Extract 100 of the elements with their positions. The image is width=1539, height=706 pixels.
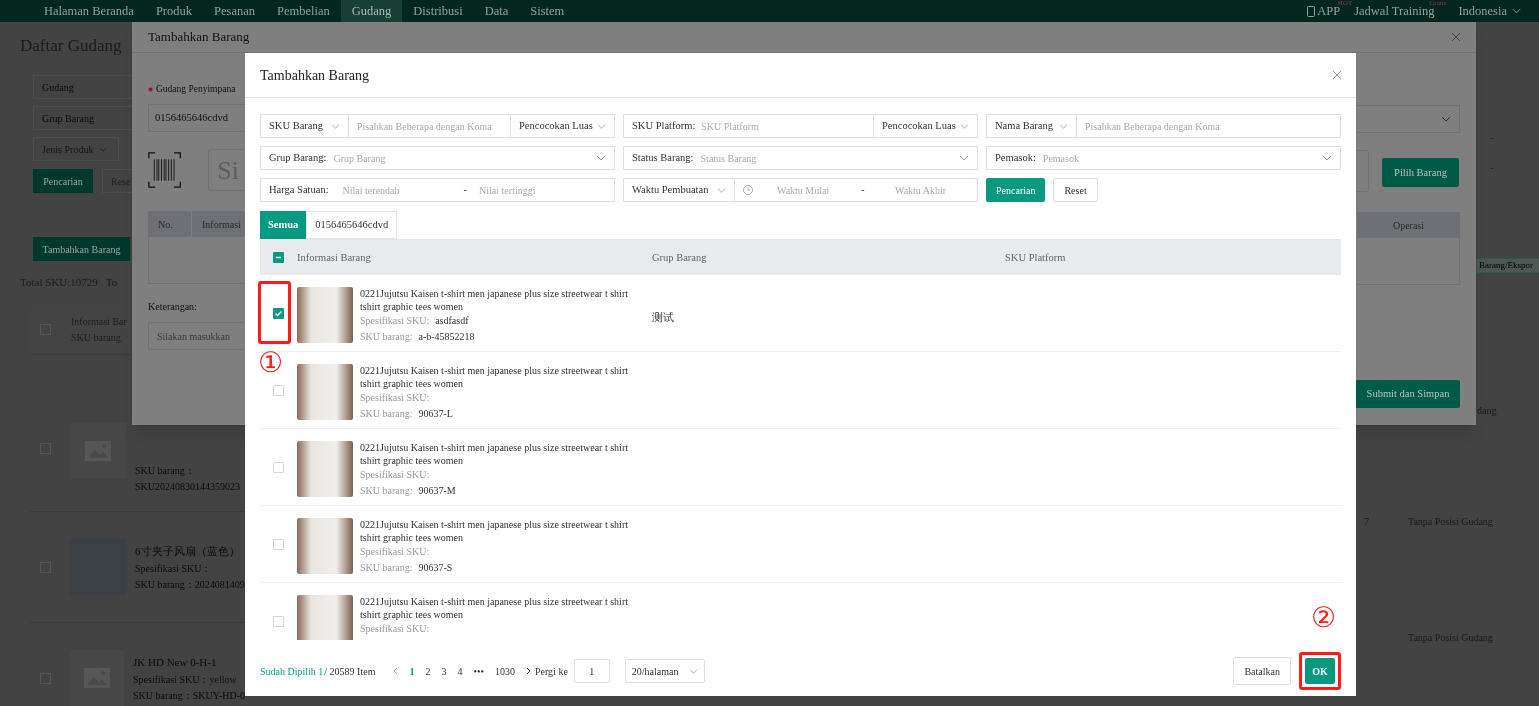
tab[interactable]: 0156465646cdvd bbox=[306, 211, 398, 239]
field-label: SKU barang: bbox=[360, 484, 413, 497]
page-number-field[interactable]: 1 bbox=[573, 659, 610, 683]
add-item-button[interactable]: Tambahkan Barang bbox=[33, 237, 130, 261]
nav-tab[interactable]: Data bbox=[473, 0, 520, 22]
nav-tab[interactable]: Halaman Beranda bbox=[33, 0, 145, 22]
sku-platform-field[interactable]: SKU Platform: SKU Platform bbox=[624, 115, 873, 137]
field-label: Spesifikasi SKU: bbox=[360, 391, 430, 404]
chevron-down-icon bbox=[1512, 8, 1521, 14]
search-button[interactable]: Pencarian bbox=[986, 178, 1046, 202]
step-number: ① bbox=[258, 347, 284, 379]
phone-icon bbox=[1307, 5, 1316, 17]
selected-count: Sudah Dipilih 1 bbox=[260, 664, 324, 679]
field-label: SKU barang: bbox=[360, 407, 413, 420]
nav-tab[interactable]: Distribusi bbox=[402, 0, 474, 22]
filter-field[interactable]: Nama Barang Pisahkan Beberapa dengan Koma bbox=[986, 114, 1341, 138]
search-field[interactable]: Pisahkan Beberapa dengan Koma bbox=[349, 115, 510, 137]
filter-field[interactable]: SKU Barang Pisahkan Beberapa dengan Koma Pencocokan Luas bbox=[260, 114, 615, 138]
cancel-button[interactable]: Batalkan bbox=[1233, 657, 1291, 685]
match-mode-dropdown[interactable]: Pencocokan Luas bbox=[510, 115, 614, 137]
chevron-down-icon bbox=[99, 146, 108, 152]
filter-field[interactable]: Harga Satuan: Nilai terendah - Nilai tertinggi bbox=[260, 178, 615, 202]
chevron-down-icon bbox=[960, 123, 969, 129]
column-header: Operasi bbox=[1392, 218, 1425, 233]
item-name: 0221Jujutsu Kaisen t-shirt men japanese plus size streetwear t shirt tshirt graphic tees women bbox=[360, 518, 629, 544]
search-field[interactable]: Pisahkan Beberapa dengan Koma bbox=[1077, 115, 1340, 137]
table-cell-text: - bbox=[1490, 130, 1494, 145]
field-label: Keterangan: bbox=[148, 300, 198, 315]
range-separator: - bbox=[462, 183, 469, 198]
photo-placeholder bbox=[297, 518, 353, 574]
filter-select[interactable]: Grup Barang: Grup Barang bbox=[261, 147, 614, 169]
table-cell-text: - bbox=[1490, 160, 1494, 175]
pick-item-button[interactable]: Pilih Barang bbox=[1382, 158, 1459, 187]
field-value: 90637-L bbox=[418, 407, 453, 420]
chevron-down-icon bbox=[688, 668, 698, 674]
field-value: SKU20240830144359023 bbox=[135, 480, 240, 494]
search-button[interactable]: Pencarian bbox=[33, 169, 93, 193]
step-number: ② bbox=[1311, 602, 1337, 634]
chevron-down-icon bbox=[1059, 123, 1068, 129]
nav-tab[interactable]: Sistem bbox=[519, 0, 576, 22]
filter-field[interactable]: Waktu Pembuatan Waktu Mulai - Waktu Akhir bbox=[623, 178, 978, 202]
checkbox[interactable] bbox=[273, 308, 284, 319]
item-name: 0221Jujutsu Kaisen t-shirt men japanese plus size streetwear t shirt tshirt graphic tees women bbox=[360, 595, 629, 621]
match-mode-dropdown[interactable]: Pencocokan Luas bbox=[873, 115, 977, 137]
nav-tab[interactable]: Gudang bbox=[340, 0, 403, 22]
sku-type-dropdown[interactable]: SKU Barang bbox=[261, 115, 349, 137]
photo-placeholder bbox=[297, 364, 353, 420]
nav-tab[interactable]: Produk bbox=[144, 0, 203, 22]
filter-select[interactable]: Status Barang: Status Barang bbox=[624, 147, 977, 169]
photo-placeholder bbox=[297, 441, 353, 497]
page-button[interactable]: ••• bbox=[473, 663, 484, 679]
field-label: SKU barang: bbox=[360, 561, 413, 574]
page-button[interactable]: 2 bbox=[425, 663, 431, 679]
dialog-title: Tambahkan Barang bbox=[148, 28, 250, 47]
field-value: 90637-S bbox=[418, 561, 453, 574]
required-mark-icon bbox=[148, 86, 153, 92]
nav-tab[interactable]: Pembelian bbox=[266, 0, 341, 22]
column-header: SKU Platform bbox=[1005, 251, 1066, 263]
chevron-right-icon[interactable] bbox=[525, 667, 531, 675]
submit-button[interactable]: Submit dan Simpan bbox=[1356, 380, 1460, 408]
date-range-field[interactable]: Waktu Mulai - Waktu Akhir bbox=[735, 179, 977, 201]
chevron-down-icon bbox=[1322, 155, 1332, 161]
filter-select[interactable]: Pemasok: Pemasok bbox=[987, 147, 1340, 169]
table-cell: 测试 bbox=[652, 311, 674, 323]
reset-button[interactable]: Reset bbox=[1053, 178, 1098, 202]
close-icon[interactable] bbox=[1333, 71, 1341, 79]
chevron-down-icon bbox=[597, 123, 606, 129]
max-price-field[interactable]: Nilai tertinggi bbox=[471, 179, 614, 201]
field-value: asdfasdf bbox=[435, 314, 469, 327]
ok-button[interactable]: OK bbox=[1305, 658, 1335, 684]
chevron-left-icon[interactable] bbox=[393, 667, 399, 675]
name-type-dropdown[interactable]: Nama Barang bbox=[987, 115, 1077, 137]
tab[interactable]: Semua bbox=[260, 211, 307, 239]
close-icon[interactable] bbox=[1452, 33, 1460, 41]
chevron-down-icon bbox=[717, 187, 726, 193]
item-name: 0221Jujutsu Kaisen t-shirt men japanese plus size streetwear t shirt tshirt graphic tees women bbox=[360, 441, 629, 467]
photo-placeholder bbox=[297, 595, 353, 640]
photo-placeholder bbox=[297, 287, 353, 343]
nav-tab[interactable]: Pesanan bbox=[203, 0, 266, 22]
page-size-select[interactable]: 20/halaman bbox=[624, 659, 705, 683]
chevron-down-icon bbox=[596, 155, 606, 161]
page-button[interactable]: 1 bbox=[409, 663, 415, 679]
column-header: Grup Barang bbox=[652, 251, 707, 263]
chevron-down-icon bbox=[331, 123, 340, 129]
checkbox[interactable] bbox=[273, 252, 284, 263]
time-type-dropdown[interactable]: Waktu Pembuatan bbox=[624, 179, 735, 201]
language-select[interactable]: Indonesia bbox=[1458, 1, 1521, 21]
field-label: Gudang Penyimpana bbox=[156, 83, 236, 96]
chevron-down-icon bbox=[959, 155, 969, 161]
field-label: Harga Satuan: bbox=[268, 183, 330, 198]
filter-field[interactable]: SKU Platform: SKU Platform Pencocokan Luas bbox=[623, 114, 978, 138]
field-label: Spesifikasi SKU: bbox=[360, 622, 430, 635]
dialog-title: Tambahkan Barang bbox=[260, 66, 370, 85]
field-label: Spesifikasi SKU: bbox=[360, 545, 430, 558]
min-price-field[interactable]: Nilai terendah bbox=[334, 179, 460, 201]
annotation-frame bbox=[258, 281, 291, 344]
page-button[interactable]: 4 bbox=[457, 663, 463, 679]
column-header: Informasi Barang bbox=[297, 251, 371, 263]
page-button[interactable]: 3 bbox=[441, 663, 447, 679]
page-button[interactable]: 1030 bbox=[494, 663, 515, 679]
